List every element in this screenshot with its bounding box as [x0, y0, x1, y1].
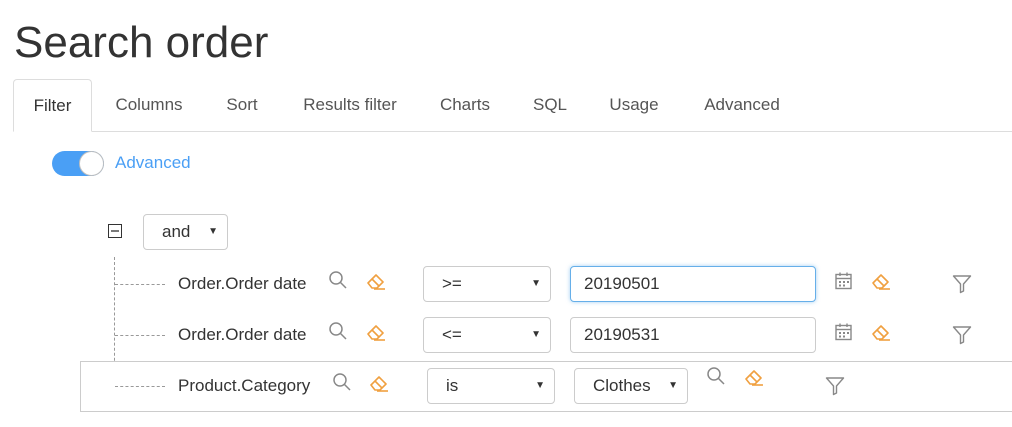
caret-down-icon: ▼ [208, 226, 218, 237]
tab-charts[interactable]: Charts [431, 79, 499, 131]
eraser-icon[interactable] [871, 271, 891, 291]
advanced-toggle-label: Advanced [115, 153, 191, 172]
search-icon[interactable] [706, 366, 726, 386]
filter-icon[interactable] [825, 376, 845, 396]
tree-branch [115, 284, 165, 285]
filter-icon[interactable] [952, 325, 972, 345]
tab-sql[interactable]: SQL [526, 79, 574, 131]
condition-value-input[interactable] [570, 317, 816, 353]
eraser-icon[interactable] [744, 367, 764, 387]
condition-operator-value: >= [442, 274, 462, 293]
advanced-toggle[interactable] [52, 151, 104, 176]
caret-down-icon: ▼ [668, 380, 678, 391]
eraser-icon[interactable] [366, 322, 386, 342]
tree-branch [115, 335, 165, 336]
condition-value-select[interactable]: Clothes ▼ [574, 368, 688, 404]
condition-field-label: Order.Order date [178, 274, 307, 293]
toggle-knob [79, 151, 104, 176]
tab-results-filter[interactable]: Results filter [294, 79, 406, 131]
group-operator-value: and [162, 222, 191, 241]
condition-operator-select[interactable]: is ▼ [427, 368, 555, 404]
eraser-icon[interactable] [366, 271, 386, 291]
tab-filter[interactable]: Filter [13, 79, 92, 132]
page-title: Search order [14, 18, 269, 67]
condition-operator-value: <= [442, 325, 462, 344]
condition-value-selected: Clothes [593, 376, 651, 395]
condition-field-label: Product.Category [178, 376, 311, 395]
eraser-icon[interactable] [369, 373, 389, 393]
calendar-icon[interactable] [834, 271, 854, 291]
filter-icon[interactable] [952, 274, 972, 294]
caret-down-icon: ▼ [531, 329, 541, 340]
tab-advanced[interactable]: Advanced [696, 79, 788, 131]
search-icon[interactable] [328, 270, 348, 290]
calendar-icon[interactable] [834, 322, 854, 342]
condition-operator-select[interactable]: >= ▼ [423, 266, 551, 302]
search-icon[interactable] [328, 321, 348, 341]
caret-down-icon: ▼ [535, 380, 545, 391]
tab-sort[interactable]: Sort [216, 79, 268, 131]
condition-field-label: Order.Order date [178, 325, 307, 344]
tab-usage[interactable]: Usage [602, 79, 666, 131]
tab-columns[interactable]: Columns [102, 79, 196, 131]
condition-operator-value: is [446, 376, 459, 395]
group-operator-select[interactable]: and ▼ [143, 214, 228, 250]
caret-down-icon: ▼ [531, 278, 541, 289]
tab-bar: Filter Columns Sort Results filter Chart… [13, 79, 1012, 132]
eraser-icon[interactable] [871, 322, 891, 342]
condition-operator-select[interactable]: <= ▼ [423, 317, 551, 353]
minus-square-icon[interactable] [108, 224, 122, 238]
search-icon[interactable] [332, 372, 352, 392]
condition-value-input[interactable] [570, 266, 816, 302]
tree-branch [115, 386, 165, 387]
